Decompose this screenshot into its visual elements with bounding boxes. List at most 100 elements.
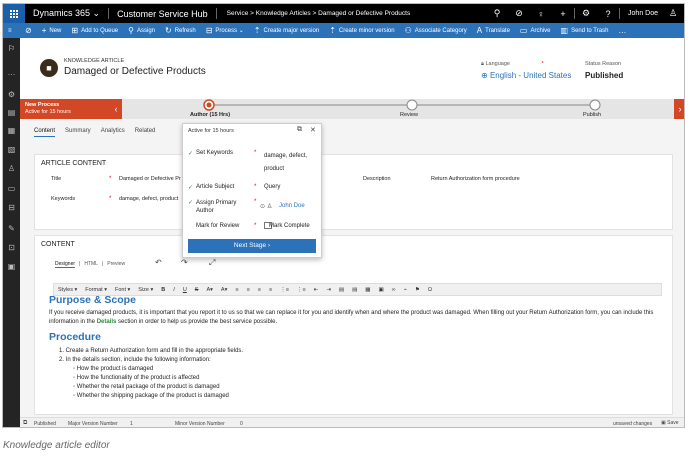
numbered-list-button[interactable]: ⋮≡ (276, 287, 293, 293)
command-process[interactable]: ⊟ Process ⌄ (201, 26, 249, 35)
user-icon[interactable]: ♙ (662, 8, 684, 19)
paragraph-button[interactable]: ▤ (348, 287, 361, 293)
tab-related[interactable]: Related (135, 128, 156, 137)
underline-button[interactable]: U (179, 287, 191, 293)
styles-dropdown[interactable]: Styles ▾ (54, 287, 81, 293)
breadcrumb-item[interactable]: Damaged or Defective Products (318, 10, 410, 17)
bold-button[interactable]: B (157, 287, 169, 293)
more-icon[interactable]: … (3, 68, 20, 77)
chevron-right-icon[interactable]: › (674, 99, 684, 119)
area-name[interactable]: Customer Service Hub (109, 9, 216, 19)
bullet-list-button[interactable]: ⋮≡ (293, 287, 310, 293)
breadcrumb-item[interactable]: Service (227, 10, 249, 17)
tab-html[interactable]: HTML (84, 261, 98, 268)
expand-icon[interactable]: ⧉ (23, 420, 27, 427)
command-archive[interactable]: ▭ Archive (515, 26, 556, 35)
stage-publish[interactable]: Publish (583, 112, 601, 118)
tab-analytics[interactable]: Analytics (101, 128, 125, 137)
language-field[interactable]: ⊕ English - United States (481, 71, 571, 80)
align-right-button[interactable]: ≡ (254, 287, 265, 293)
title-field[interactable]: Damaged or Defective Products (119, 176, 181, 182)
command-assign[interactable]: ⚲ Assign (123, 26, 160, 35)
indent-button[interactable]: ⇥ (322, 287, 335, 293)
tab-preview[interactable]: Preview (107, 261, 125, 268)
editor-body[interactable]: Purpose & Scope If you receive damaged p… (49, 295, 661, 401)
command-add-to-queue[interactable]: ⊞ Add to Queue (66, 26, 123, 35)
command-create-minor-version[interactable]: ⇡ Create minor version (324, 26, 399, 35)
breadcrumb-item[interactable]: Knowledge Articles (256, 10, 311, 17)
cases-icon[interactable]: ▧ (3, 145, 20, 154)
tab-designer[interactable]: Designer (55, 261, 76, 268)
command-translate[interactable]: A Translate (472, 26, 515, 35)
stage-author[interactable]: Author (15 Hrs) (190, 112, 230, 118)
image-button[interactable]: ▣ (374, 287, 387, 293)
highlight-button[interactable]: A▾ (217, 287, 231, 293)
command-refresh[interactable]: ↻ Refresh (160, 26, 201, 35)
task-icon[interactable]: ⊘ (508, 8, 530, 19)
queues-icon[interactable]: ▭ (3, 184, 20, 193)
command-create-major-version[interactable]: ⇡ Create major version (249, 26, 324, 35)
description-field[interactable]: Return Authorization form procedure (431, 176, 520, 182)
author-lookup[interactable]: John Doe (279, 203, 305, 209)
app-launcher-button[interactable] (3, 4, 25, 23)
unlink-button[interactable]: ⌁ (400, 287, 411, 293)
pin-icon[interactable]: ⚐ (3, 44, 20, 53)
keywords-field[interactable]: damage, defect, product (119, 196, 181, 202)
required-marker: * (109, 196, 112, 202)
command-send-to-trash[interactable]: ▥ Send to Trash (556, 26, 614, 35)
stage-review[interactable]: Review (400, 112, 418, 118)
size-dropdown[interactable]: Size ▾ (134, 287, 157, 293)
link-button[interactable]: ∞ (388, 287, 400, 293)
outdent-button[interactable]: ⇤ (310, 287, 323, 293)
social-icon[interactable]: ⊡ (3, 243, 20, 252)
undo-icon[interactable]: ↶ (155, 258, 162, 267)
font-color-button[interactable]: A▾ (202, 287, 216, 293)
details-link[interactable]: Details (97, 319, 117, 325)
strikethrough-button[interactable]: S (191, 287, 203, 293)
reports-icon[interactable]: ▣ (3, 262, 20, 271)
expand-icon[interactable]: ⤢ (209, 258, 215, 268)
app-name[interactable]: Dynamics 365 ⌄ (25, 8, 108, 19)
anchor-button[interactable]: ⚑ (411, 287, 424, 293)
block-button[interactable]: ▤ (335, 287, 348, 293)
user-name[interactable]: John Doe (620, 10, 662, 17)
special-char-button[interactable]: Ω (424, 287, 436, 293)
command-new[interactable]: + New (37, 26, 67, 35)
table-button[interactable]: ▦ (361, 287, 374, 293)
align-center-button[interactable]: ≡ (243, 287, 254, 293)
align-left-button[interactable]: ≡ (231, 287, 242, 293)
assign-icon: ⚲ (128, 26, 134, 35)
help-icon[interactable]: ? (597, 9, 619, 19)
font-dropdown[interactable]: Font ▾ (111, 287, 134, 293)
plus-icon[interactable]: + (552, 9, 574, 19)
close-icon[interactable]: ✕ (310, 126, 316, 134)
activities-icon[interactable]: ▤ (3, 108, 20, 117)
save-button[interactable]: ▣ Save (661, 420, 679, 426)
dock-icon[interactable]: ⧉ (297, 126, 302, 134)
edit-icon[interactable]: ✎ (3, 224, 20, 233)
command-associate-category[interactable]: ⚇ Associate Category (400, 26, 472, 35)
justify-button[interactable]: ≡ (265, 287, 276, 293)
dashboard-icon[interactable]: ⚙ (3, 90, 20, 99)
keywords-input[interactable]: damage, defect, product (264, 150, 320, 176)
next-stage-button[interactable]: Next Stage › (188, 239, 316, 253)
subject-input[interactable]: Query (264, 184, 280, 190)
command-more[interactable]: … (613, 26, 631, 35)
globe-icon: ⊕ (481, 71, 488, 80)
chevron-left-icon[interactable]: ‹ (110, 99, 122, 119)
lightbulb-icon[interactable]: ♀ (530, 9, 552, 19)
search-icon[interactable]: ⚲ (486, 8, 508, 19)
contacts-icon[interactable]: ♙ (3, 164, 20, 173)
tab-content[interactable]: Content (34, 128, 56, 137)
format-dropdown[interactable]: Format ▾ (81, 287, 111, 293)
knowledge-icon[interactable]: ⊟ (3, 203, 20, 212)
command-save[interactable]: ⊘ (20, 26, 37, 35)
breadcrumb: Service > Knowledge Articles > Damaged o… (226, 10, 411, 17)
redo-icon[interactable]: ↷ (181, 258, 188, 267)
tab-summary[interactable]: Summary (65, 128, 91, 137)
gear-icon[interactable]: ⚙ (575, 8, 597, 19)
accounts-icon[interactable]: ▦ (3, 126, 20, 135)
process-name[interactable]: New Process Active for 15 hours (20, 99, 110, 119)
italic-button[interactable]: I (169, 287, 179, 293)
hamburger-menu-icon[interactable]: ≡ (3, 28, 20, 34)
